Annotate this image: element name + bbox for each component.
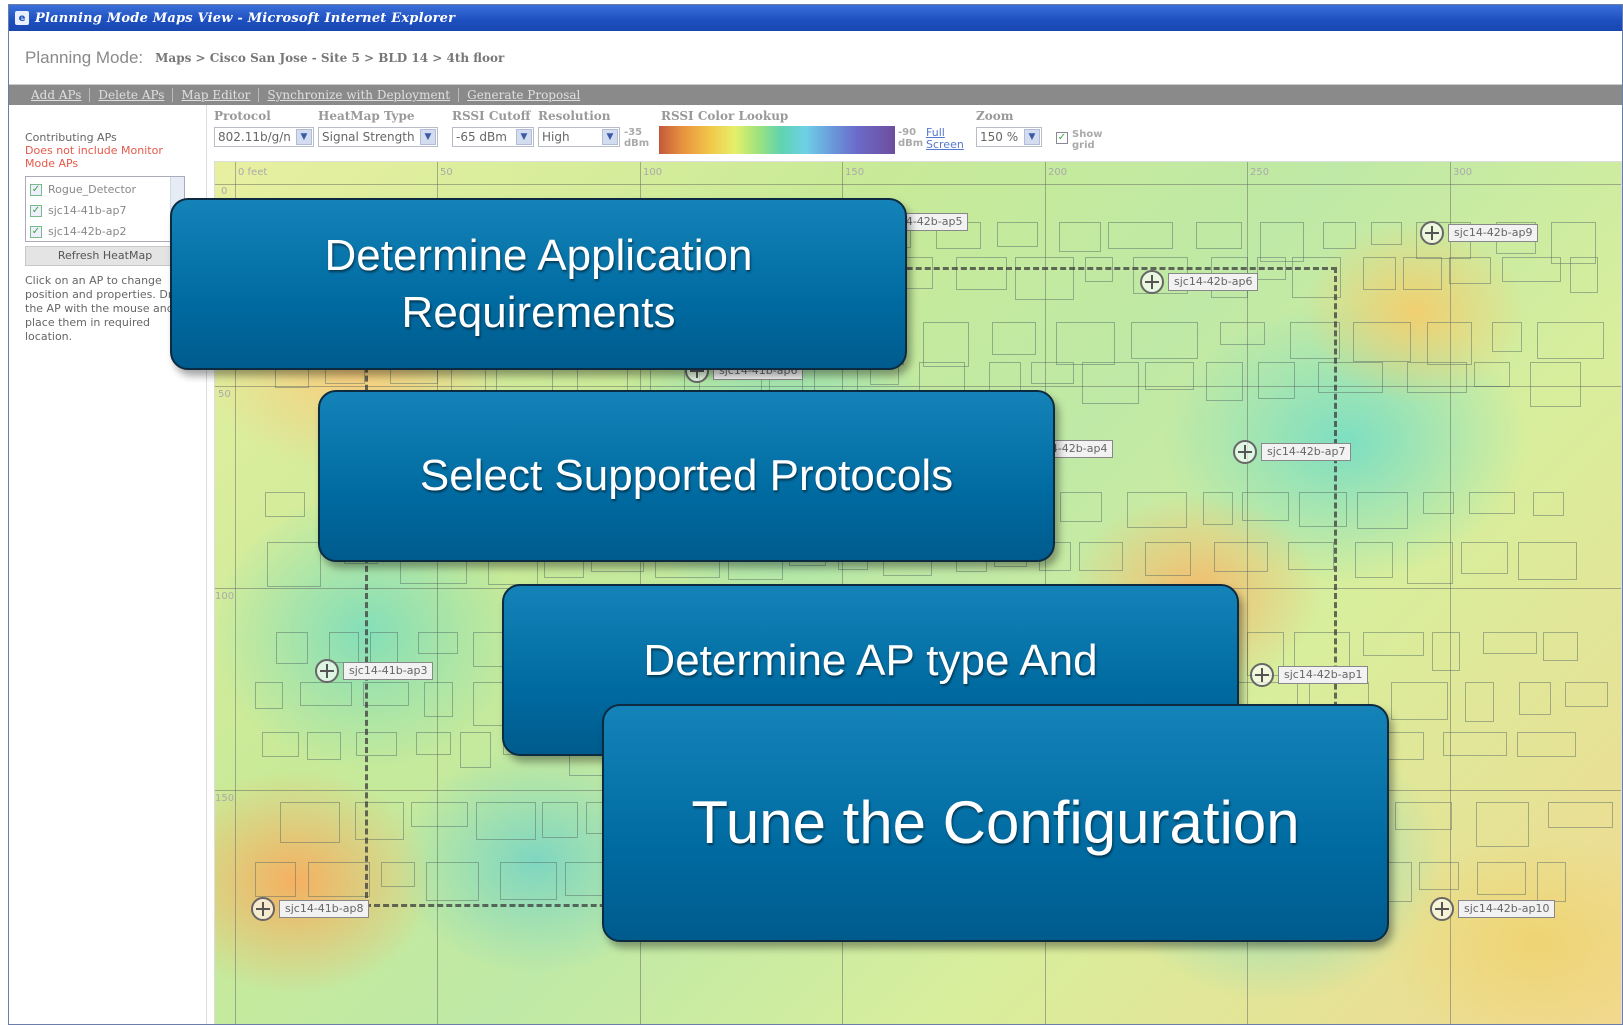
ap-marker[interactable]: sjc14-41b-ap3 [315,659,434,683]
title-bar: e Planning Mode Maps View - Microsoft In… [9,5,1622,31]
checkbox[interactable]: ✓ [30,225,42,238]
y-tick: 100 [215,591,235,602]
full-screen-link[interactable]: Full Screen [926,127,972,151]
x-tick: 300 [1453,167,1473,178]
chevron-down-icon[interactable]: ▼ [420,129,436,145]
show-grid-label: Show grid [1072,129,1103,151]
map-editor-link[interactable]: Map Editor [173,88,260,102]
ap-marker[interactable]: sjc14-42b-ap7 [1233,440,1352,464]
callout-supported-protocols: Select Supported Protocols [318,390,1055,562]
rssi-min-value: -35 dBm [624,127,650,149]
resolution-control: Resolution High ▼ [538,109,620,147]
protocol-select[interactable]: 802.11b/g/n ▼ [214,127,314,147]
x-tick: 0 feet [238,167,268,178]
protocol-label: Protocol [214,109,271,123]
access-point-icon[interactable] [251,897,275,921]
generate-proposal-link[interactable]: Generate Proposal [459,88,588,102]
contributing-aps-label: Contributing APs [25,131,117,144]
rssi-cutoff-select[interactable]: -65 dBm ▼ [452,127,534,147]
callout-application-requirements: Determine Application Requirements [170,198,907,370]
access-point-icon[interactable] [315,659,339,683]
access-point-icon[interactable] [1233,440,1257,464]
planning-mode-label: Planning Mode: [25,47,144,67]
rssi-max-value: -90 dBm [898,127,924,149]
refresh-heatmap-button[interactable]: Refresh HeatMap [25,246,185,266]
window-title: Planning Mode Maps View - Microsoft Inte… [35,10,456,26]
add-aps-link[interactable]: Add APs [23,88,91,102]
breadcrumb[interactable]: Maps > Cisco San Jose - Site 5 > BLD 14 … [155,51,504,65]
show-grid-control[interactable]: ✓ Show grid [1056,129,1112,151]
x-tick: 100 [643,167,663,178]
page-header: Planning Mode: Maps > Cisco San Jose - S… [9,31,1622,85]
show-grid-checkbox[interactable]: ✓ [1056,132,1068,144]
zoom-label: Zoom [976,109,1014,123]
rssi-color-bar [659,126,895,154]
monitor-mode-warning: Does not include Monitor Mode APs [25,144,163,170]
callout-tune-configuration: Tune the Configuration [602,704,1389,942]
access-point-icon[interactable] [1420,221,1444,245]
chevron-down-icon[interactable]: ▼ [516,129,532,145]
rssi-lookup-label: RSSI Color Lookup [661,109,789,123]
x-tick: 150 [845,167,865,178]
checkbox[interactable]: ✓ [30,204,42,217]
map-controls: Protocol 802.11b/g/n ▼ HeatMap Type Signa… [214,109,1614,159]
protocol-control: Protocol 802.11b/g/n ▼ [214,109,314,147]
rssi-cutoff-label: RSSI Cutoff [452,109,531,123]
access-point-icon[interactable] [1250,663,1274,687]
ap-marker[interactable]: sjc14-42b-ap10 [1430,897,1556,921]
access-point-icon[interactable] [1430,897,1454,921]
heatmap-type-control: HeatMap Type Signal Strength ▼ [318,109,438,147]
delete-aps-link[interactable]: Delete APs [90,88,174,102]
checkbox[interactable]: ✓ [30,183,42,196]
list-item[interactable]: ✓ sjc14-42b-ap2 [30,221,180,242]
synchronize-link[interactable]: Synchronize with Deployment [259,88,460,102]
ap-marker[interactable]: sjc14-42b-ap1 [1250,663,1369,687]
y-tick: 0 [221,186,228,197]
y-tick: 150 [215,793,235,804]
rssi-cutoff-control: RSSI Cutoff -65 dBm ▼ [452,109,534,147]
list-item[interactable]: ✓ Rogue_Detector [30,179,180,200]
action-bar: Add APs Delete APs Map Editor Synchroniz… [9,85,1622,105]
zoom-select[interactable]: 150 % ▼ [976,127,1042,147]
x-tick: 50 [440,167,453,178]
ap-marker[interactable]: sjc14-41b-ap8 [251,897,370,921]
resolution-label: Resolution [538,109,611,123]
chevron-down-icon[interactable]: ▼ [602,129,618,145]
heatmap-type-select[interactable]: Signal Strength ▼ [318,127,438,147]
chevron-down-icon[interactable]: ▼ [296,129,312,145]
zoom-control: Zoom 150 % ▼ [976,109,1042,147]
chevron-down-icon[interactable]: ▼ [1024,129,1040,145]
ap-marker[interactable]: sjc14-42b-ap9 [1420,221,1539,245]
x-tick: 250 [1250,167,1270,178]
ap-list[interactable]: ✓ Rogue_Detector ✓ sjc14-41b-ap7 ✓ sjc14-42… [25,176,185,242]
resolution-select[interactable]: High ▼ [538,127,620,147]
ie-icon: e [15,11,29,25]
ap-marker[interactable]: sjc14-42b-ap6 [1140,270,1259,294]
heatmap-type-label: HeatMap Type [318,109,415,123]
list-item[interactable]: ✓ sjc14-41b-ap7 [30,200,180,221]
access-point-icon[interactable] [1140,270,1164,294]
x-tick: 200 [1048,167,1068,178]
y-tick: 50 [218,389,231,400]
